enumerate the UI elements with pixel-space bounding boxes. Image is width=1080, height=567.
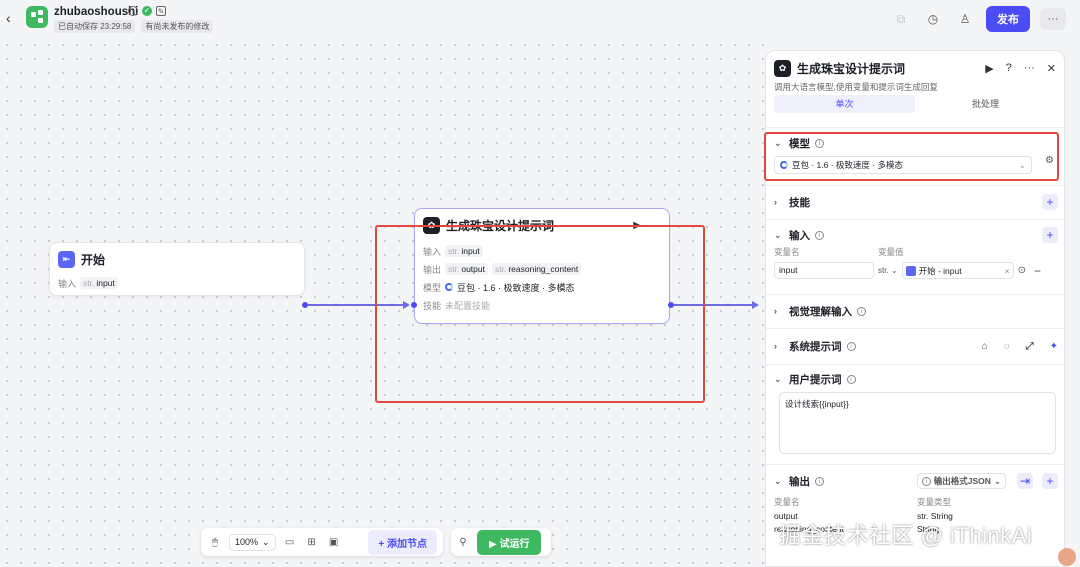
add-input-button[interactable]: + xyxy=(1042,227,1058,243)
user-prompt-editor[interactable]: 设计线索{{input}} xyxy=(779,392,1056,454)
close-icon[interactable]: ✕ xyxy=(1047,62,1056,75)
edge-arrow xyxy=(752,301,759,309)
prompt-library-icon[interactable]: ⌂ xyxy=(982,341,988,352)
lightbulb-icon[interactable]: ◌ xyxy=(1004,341,1010,352)
run-toolbar: ⚲ ▶ 试运行 xyxy=(451,528,551,556)
copy-icon[interactable]: ⧉ xyxy=(890,8,912,30)
output-section-title: 输出 xyxy=(789,475,810,488)
test-run-button[interactable]: ▶ 试运行 xyxy=(477,529,542,555)
node-config-panel: ✿ 生成珠宝设计提示词 ▶ ? ··· ✕ 调用大语言模型,使用变量和提示词生成… xyxy=(765,50,1065,567)
autosave-tag: 已自动保存 23:29:58 xyxy=(54,20,136,33)
start-input-chip: str. input xyxy=(80,277,118,289)
tab-single[interactable]: 单次 xyxy=(774,95,915,113)
input-type-select[interactable]: str. ⌄ xyxy=(878,266,898,275)
chevron-down-icon[interactable]: ⌄ xyxy=(774,230,784,241)
start-node-icon xyxy=(905,265,916,276)
info-icon[interactable]: i xyxy=(815,230,824,240)
ai-optimize-icon[interactable]: ✦ xyxy=(1050,341,1058,352)
info-icon[interactable]: i xyxy=(815,476,824,486)
input-section-title: 输入 xyxy=(789,229,810,242)
unpublished-tag: 有尚未发布的修改 xyxy=(141,20,214,33)
output-format-select[interactable]: i 输出格式JSON ⌄ xyxy=(916,473,1006,489)
panel-description: 调用大语言模型,使用变量和提示词生成回复 xyxy=(774,82,938,92)
out-name-header: 变量名 xyxy=(774,497,800,507)
expand-icon[interactable]: ⤢ xyxy=(1026,341,1034,352)
edit-icon[interactable]: ✎ xyxy=(156,6,166,16)
llm-node-icon: ✿ xyxy=(774,59,791,77)
info-icon: i xyxy=(921,476,931,486)
debug-icon[interactable]: ⚲ xyxy=(455,534,471,550)
info-icon[interactable]: i xyxy=(857,306,866,316)
add-output-button[interactable]: + xyxy=(1042,473,1058,489)
run-icon[interactable]: ▶ xyxy=(985,62,993,75)
info-icon[interactable]: i xyxy=(128,6,138,16)
start-node[interactable]: ⇤ 开始 输入 str. input xyxy=(49,242,305,296)
vision-section-title: 视觉理解输入 xyxy=(789,305,852,318)
add-node-button[interactable]: + 添加节点 xyxy=(368,529,437,555)
top-bar: ‹ zhubaoshoushi i ✓ ✎ 已自动保存 23:29:58 有尚未… xyxy=(0,0,1080,38)
publish-button[interactable]: 发布 xyxy=(986,6,1030,32)
zoom-select[interactable]: 100% ⌄ xyxy=(229,533,276,551)
input-value-ref[interactable]: 开始 - input × xyxy=(901,262,1014,279)
canvas-toolbar: 🖱 100% ⌄ ▭ ⊞ ▣ + 添加节点 xyxy=(201,528,443,556)
comment-icon[interactable]: ▭ xyxy=(282,534,298,550)
input-name-field[interactable]: input xyxy=(774,262,874,279)
help-icon[interactable]: ? xyxy=(1006,62,1012,74)
chevron-right-icon[interactable]: › xyxy=(774,341,784,351)
info-icon[interactable]: i xyxy=(846,341,856,351)
var-value-header: 变量值 xyxy=(878,247,904,257)
tab-batch[interactable]: 批处理 xyxy=(915,95,1056,113)
chevron-right-icon[interactable]: › xyxy=(774,197,784,207)
back-icon[interactable]: ‹ xyxy=(6,10,20,26)
add-skill-button[interactable]: + xyxy=(1042,194,1058,210)
highlight-model-section xyxy=(764,132,1059,181)
highlight-llm-node xyxy=(375,225,705,403)
chevron-down-icon[interactable]: ⌄ xyxy=(774,374,784,385)
var-name-header: 变量名 xyxy=(774,247,800,257)
chevron-down-icon: ⌄ xyxy=(262,536,270,547)
import-output-button[interactable]: ⇥ xyxy=(1017,473,1033,489)
remove-input-icon[interactable]: − xyxy=(1034,264,1041,278)
app-logo xyxy=(26,6,48,28)
panel-title: 生成珠宝设计提示词 xyxy=(797,61,906,76)
history-icon[interactable]: ◷ xyxy=(922,8,944,30)
start-node-icon: ⇤ xyxy=(58,251,75,268)
minimap-icon[interactable]: ▣ xyxy=(326,534,342,550)
user-prompt-title: 用户提示词 xyxy=(789,373,842,386)
panel-more-icon[interactable]: ··· xyxy=(1024,62,1035,74)
out-type-header: 变量类型 xyxy=(917,497,952,507)
avatar[interactable] xyxy=(1058,548,1076,566)
variable-picker-icon[interactable]: ⊙ xyxy=(1018,265,1026,276)
chevron-down-icon[interactable]: ⌄ xyxy=(774,476,784,487)
layout-icon[interactable]: ⊞ xyxy=(304,534,320,550)
app-name: zhubaoshoushi xyxy=(54,6,139,18)
clear-icon[interactable]: × xyxy=(1005,266,1010,276)
start-input-label: 输入 xyxy=(58,278,77,289)
mouse-mode-icon[interactable]: 🖱 xyxy=(207,534,223,550)
system-prompt-title: 系统提示词 xyxy=(789,340,842,353)
skills-section-title: 技能 xyxy=(789,196,810,209)
start-node-title: 开始 xyxy=(81,253,106,267)
info-icon[interactable]: i xyxy=(846,374,856,384)
more-button[interactable]: ··· xyxy=(1040,8,1066,30)
collaborator-icon[interactable]: ♙ xyxy=(954,8,976,30)
chevron-right-icon[interactable]: › xyxy=(774,306,784,316)
check-icon: ✓ xyxy=(142,6,152,16)
watermark: 掘金技术社区 @ iThinkAi xyxy=(779,523,1033,548)
